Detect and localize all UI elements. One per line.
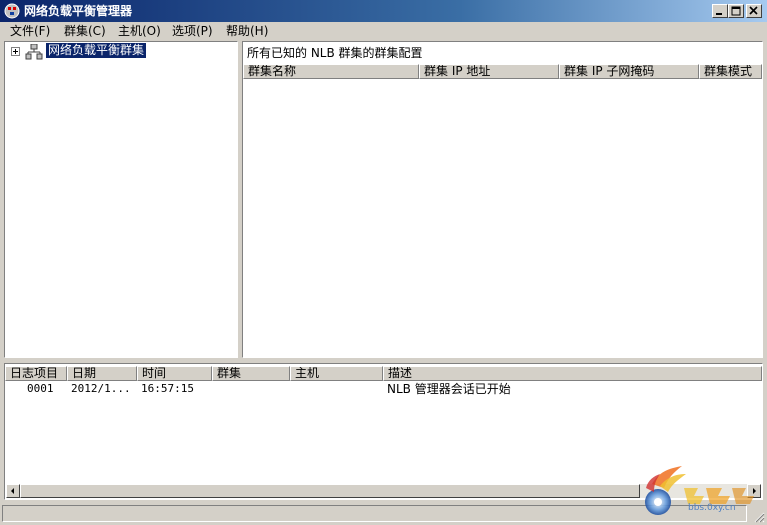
minimize-button[interactable] bbox=[712, 4, 728, 18]
cluster-config-title: 所有已知的 NLB 群集的群集配置 bbox=[247, 46, 423, 60]
menu-bar: 文件(F) 群集(C) 主机(O) 选项(P) 帮助(H) bbox=[0, 22, 767, 40]
watermark-logo: bbs.0xy.cn bbox=[638, 462, 762, 518]
log-row[interactable]: 0001 2012/1... 16:57:15 NLB 管理器会话已开始 bbox=[5, 382, 762, 398]
log-header-cluster[interactable]: 群集 bbox=[212, 366, 290, 381]
log-header-entry[interactable]: 日志项目 bbox=[5, 366, 67, 381]
arrow-left-icon bbox=[11, 488, 14, 494]
tree-expand-icon[interactable] bbox=[11, 47, 20, 56]
column-header-cluster-mode[interactable]: 群集模式 bbox=[699, 64, 762, 79]
menu-options[interactable]: 选项(P) bbox=[172, 24, 213, 38]
close-button[interactable] bbox=[746, 4, 762, 18]
menu-host[interactable]: 主机(O) bbox=[118, 24, 161, 38]
scroll-left-button[interactable] bbox=[6, 484, 20, 498]
log-header-host[interactable]: 主机 bbox=[290, 366, 383, 381]
log-header-date[interactable]: 日期 bbox=[67, 366, 137, 381]
minimize-icon bbox=[716, 13, 722, 15]
column-header-cluster-ip[interactable]: 群集 IP 地址 bbox=[419, 64, 559, 79]
cluster-tree-pane[interactable]: 网络负载平衡群集 bbox=[4, 41, 238, 358]
title-bar[interactable]: 网络负载平衡管理器 bbox=[0, 0, 767, 22]
log-cell-time: 16:57:15 bbox=[141, 382, 194, 395]
menu-file[interactable]: 文件(F) bbox=[10, 24, 50, 38]
log-header-description[interactable]: 描述 bbox=[383, 366, 762, 381]
cluster-list-body[interactable] bbox=[243, 79, 762, 357]
close-icon bbox=[749, 6, 758, 15]
tree-root-label[interactable]: 网络负载平衡群集 bbox=[44, 42, 148, 59]
cluster-network-icon bbox=[25, 44, 43, 60]
maximize-icon bbox=[731, 6, 741, 16]
column-header-cluster-subnet[interactable]: 群集 IP 子网掩码 bbox=[559, 64, 699, 79]
scroll-thumb[interactable] bbox=[20, 484, 640, 498]
status-field bbox=[2, 505, 747, 522]
log-cell-entry: 0001 bbox=[27, 382, 54, 395]
column-header-cluster-name[interactable]: 群集名称 bbox=[243, 64, 419, 79]
log-cell-description: NLB 管理器会话已开始 bbox=[387, 382, 511, 396]
nlb-manager-icon bbox=[4, 3, 20, 19]
cluster-config-pane: 所有已知的 NLB 群集的群集配置 群集名称 群集 IP 地址 群集 IP 子网… bbox=[242, 41, 763, 358]
menu-help[interactable]: 帮助(H) bbox=[226, 24, 268, 38]
menu-cluster[interactable]: 群集(C) bbox=[64, 24, 106, 38]
log-cell-date: 2012/1... bbox=[71, 382, 131, 395]
window-title: 网络负载平衡管理器 bbox=[24, 4, 133, 18]
watermark-site-text: bbs.0xy.cn bbox=[688, 503, 736, 513]
maximize-button[interactable] bbox=[728, 4, 744, 18]
log-header-time[interactable]: 时间 bbox=[137, 366, 212, 381]
